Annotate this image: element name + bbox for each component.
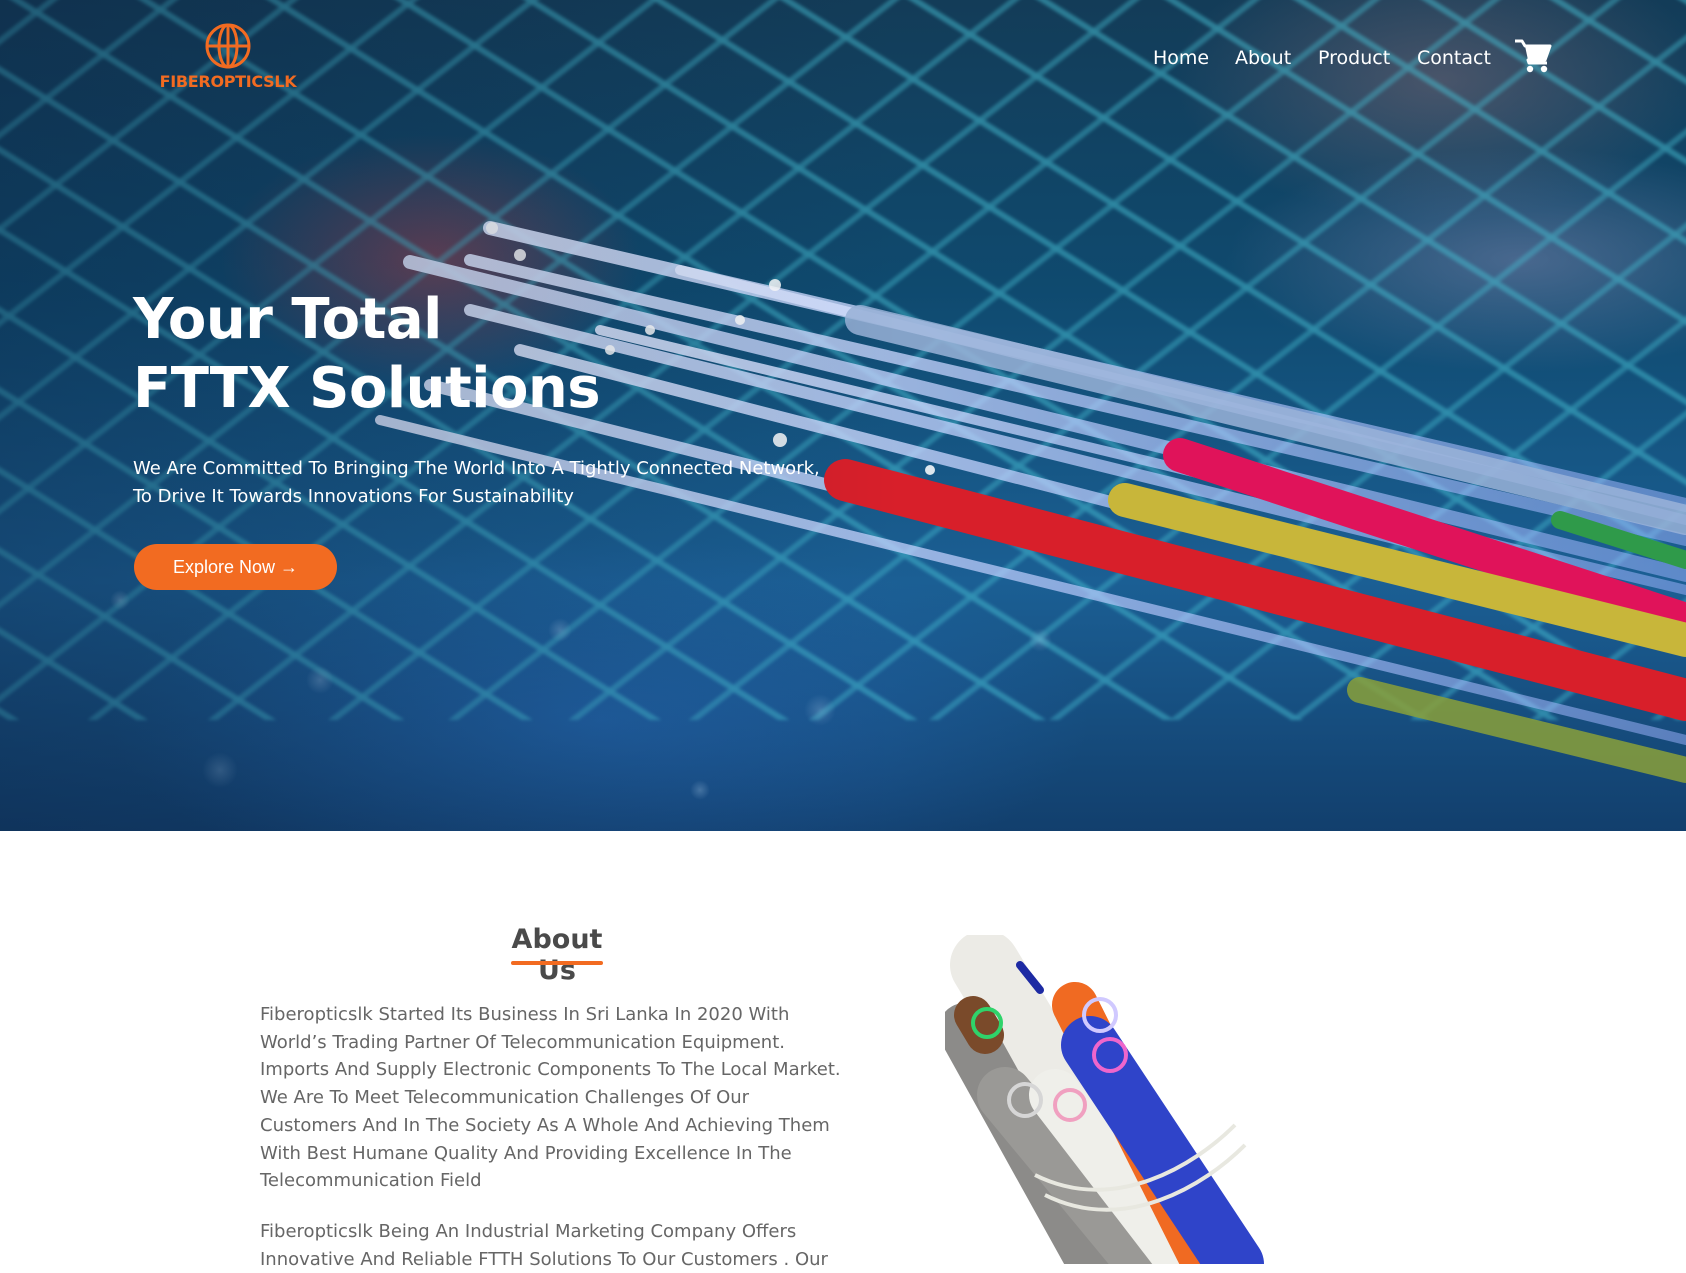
hero-title-line-2: FTTX Solutions — [133, 356, 601, 421]
about-paragraph-1: Fiberopticslk Started Its Business In Sr… — [260, 1001, 860, 1195]
nav-product[interactable]: Product — [1318, 47, 1390, 69]
cart-button[interactable] — [1513, 36, 1553, 76]
hero-title: Your Total FTTX Solutions — [133, 285, 601, 423]
shopping-cart-icon — [1515, 39, 1552, 73]
about-paragraph-2: Fiberopticslk Being An Industrial Market… — [260, 1218, 860, 1273]
about-title: About Us — [511, 924, 603, 986]
explore-now-button[interactable]: Explore Now → — [134, 544, 337, 590]
globe-icon — [205, 23, 251, 69]
brand-logo[interactable]: FIBEROPTICSLK — [158, 22, 298, 94]
nav-home[interactable]: Home — [1153, 47, 1209, 69]
nav-contact[interactable]: Contact — [1417, 47, 1491, 69]
about-paragraph-2-line: Innovative And Reliable FTTH Solutions T… — [260, 1248, 828, 1270]
about-title-underline — [511, 961, 603, 965]
hero-title-line-1: Your Total — [133, 287, 442, 352]
fiber-cable-bundle-image — [945, 935, 1264, 1264]
hero-subtitle: We Are Committed To Bringing The World I… — [133, 455, 893, 511]
about-paragraph-2-line: Fiberopticslk Being An Industrial Market… — [260, 1221, 797, 1242]
nav-about[interactable]: About — [1235, 47, 1291, 69]
about-paragraph-1-line: World’s Trading Partner Of Telecommunica… — [260, 1031, 785, 1053]
about-paragraph-1-line: Customers And In The Society As A Whole … — [260, 1114, 830, 1136]
about-paragraph-1-line: Fiberopticslk Started Its Business In Sr… — [260, 1004, 790, 1025]
about-paragraph-1-line: With Best Humane Quality And Providing E… — [260, 1142, 792, 1164]
top-navigation: FIBEROPTICSLK Home About Product Contact — [0, 0, 1686, 120]
hero-subtitle-line-2: To Drive It Towards Innovations For Sust… — [133, 486, 574, 507]
hero-subtitle-line-1: We Are Committed To Bringing The World I… — [133, 458, 820, 479]
brand-name: FIBEROPTICSLK — [159, 72, 297, 91]
about-paragraph-1-line: We Are To Meet Telecommunication Challen… — [260, 1087, 750, 1109]
about-paragraph-1-line: Telecommunication Field — [260, 1170, 482, 1192]
about-paragraph-1-line: Imports And Supply Electronic Components… — [260, 1059, 841, 1081]
